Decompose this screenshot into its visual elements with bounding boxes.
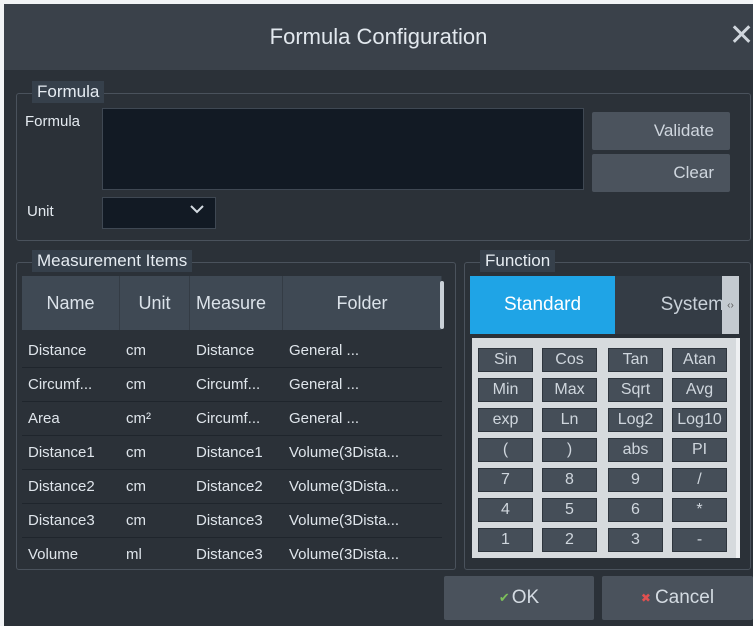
cell-measure: Distance1: [196, 444, 263, 461]
key-cos[interactable]: Cos: [542, 348, 597, 372]
key-4[interactable]: 4: [478, 498, 533, 522]
key-log2[interactable]: Log2: [608, 408, 663, 432]
key-5[interactable]: 5: [542, 498, 597, 522]
title-bar: Formula Configuration: [4, 4, 753, 70]
cell-unit: cm: [126, 342, 146, 359]
cell-name: Circumf...: [28, 376, 93, 393]
formula-group-legend: Formula: [32, 81, 105, 103]
cell-folder: Volume(3Dista...: [289, 444, 400, 461]
cell-name: Distance1: [28, 444, 95, 461]
table-row[interactable]: Distance3 cm Distance3 Volume(3Dista...: [22, 504, 442, 538]
key-pi[interactable]: PI: [672, 438, 727, 462]
cell-folder: Volume(3Dista...: [289, 512, 400, 529]
cell-name: Area: [28, 410, 60, 427]
table-row[interactable]: Distance1 cm Distance1 Volume(3Dista...: [22, 436, 442, 470]
key-avg[interactable]: Avg: [672, 378, 727, 402]
key-minus[interactable]: -: [672, 528, 727, 552]
cell-folder: General ...: [289, 342, 360, 359]
validate-button[interactable]: Validate: [592, 112, 730, 150]
cell-unit: cm²: [126, 410, 151, 427]
function-legend: Function: [480, 250, 556, 272]
key-6[interactable]: 6: [608, 498, 663, 522]
key-divide[interactable]: /: [672, 468, 727, 492]
clear-button[interactable]: Clear: [592, 154, 730, 192]
cell-unit: cm: [126, 376, 146, 393]
cell-measure: Circumf...: [196, 410, 261, 427]
cell-measure: Distance: [196, 342, 255, 359]
cell-name: Volume: [28, 546, 79, 560]
column-header-unit[interactable]: Unit: [120, 276, 190, 330]
table-header: Name Unit Measure Folder: [22, 276, 442, 330]
ok-button[interactable]: ✔ OK: [444, 576, 594, 620]
cell-unit: cm: [126, 444, 146, 461]
tab-standard[interactable]: Standard: [470, 276, 615, 334]
cell-unit: cm: [126, 478, 146, 495]
key-multiply[interactable]: *: [672, 498, 727, 522]
key-abs[interactable]: abs: [608, 438, 663, 462]
table-row[interactable]: Circumf... cm Circumf... General ...: [22, 368, 442, 402]
key-9[interactable]: 9: [608, 468, 663, 492]
table-row[interactable]: Volume ml Distance3 Volume(3Dista...: [22, 538, 442, 560]
cell-measure: Distance3: [196, 546, 263, 560]
cell-unit: ml: [126, 546, 142, 560]
chevron-down-icon: [189, 202, 205, 220]
cell-measure: Circumf...: [196, 376, 261, 393]
cell-name: Distance3: [28, 512, 95, 529]
key-1[interactable]: 1: [478, 528, 533, 552]
key-min[interactable]: Min: [478, 378, 533, 402]
cell-measure: Distance3: [196, 512, 263, 529]
column-header-folder[interactable]: Folder: [283, 276, 442, 330]
cell-name: Distance2: [28, 478, 95, 495]
cancel-x-icon: ✖: [640, 591, 651, 605]
function-keypad: Sin Cos Tan Atan Min Max Sqrt Avg exp Ln…: [472, 338, 740, 558]
key-3[interactable]: 3: [608, 528, 663, 552]
cancel-label: Cancel: [654, 587, 715, 608]
cell-unit: cm: [126, 512, 146, 529]
key-atan[interactable]: Atan: [672, 348, 727, 372]
key-sin[interactable]: Sin: [478, 348, 533, 372]
table-row[interactable]: Distance2 cm Distance2 Volume(3Dista...: [22, 470, 442, 504]
cancel-button[interactable]: ✖ Cancel: [602, 576, 753, 620]
key-ln[interactable]: Ln: [542, 408, 597, 432]
cell-folder: General ...: [289, 376, 360, 393]
unit-label: Unit: [27, 203, 54, 220]
dialog-title: Formula Configuration: [269, 24, 488, 49]
table-row[interactable]: Distance cm Distance General ...: [22, 334, 442, 368]
key-8[interactable]: 8: [542, 468, 597, 492]
close-icon[interactable]: ✕: [729, 22, 753, 52]
check-icon: ✔: [498, 590, 510, 605]
key-sqrt[interactable]: Sqrt: [608, 378, 663, 402]
key-close-paren[interactable]: ): [542, 438, 597, 462]
cell-folder: General ...: [289, 410, 360, 427]
column-header-measure[interactable]: Measure: [190, 276, 283, 330]
measurement-items-legend: Measurement Items: [32, 250, 193, 272]
key-tan[interactable]: Tan: [608, 348, 663, 372]
cell-folder: Volume(3Dista...: [289, 478, 400, 495]
cell-measure: Distance2: [196, 478, 263, 495]
cell-name: Distance: [28, 342, 87, 359]
keypad-scrollbar[interactable]: [736, 338, 740, 558]
table-row[interactable]: Area cm² Circumf... General ...: [22, 402, 442, 436]
key-log10[interactable]: Log10: [672, 408, 727, 432]
key-max[interactable]: Max: [542, 378, 597, 402]
tab-system[interactable]: System: [615, 276, 732, 334]
ok-label: OK: [511, 587, 540, 608]
column-header-name[interactable]: Name: [22, 276, 120, 330]
unit-select[interactable]: [102, 197, 216, 229]
key-7[interactable]: 7: [478, 468, 533, 492]
measurement-table: Name Unit Measure Folder Distance cm Dis…: [22, 276, 442, 560]
key-exp[interactable]: exp: [478, 408, 533, 432]
tab-scroll-arrows-icon[interactable]: ‹›: [722, 276, 739, 334]
key-open-paren[interactable]: (: [478, 438, 533, 462]
formula-label: Formula: [25, 113, 81, 130]
cell-folder: Volume(3Dista...: [289, 546, 400, 560]
formula-input[interactable]: [102, 108, 584, 190]
key-2[interactable]: 2: [542, 528, 597, 552]
table-scrollbar[interactable]: [440, 281, 444, 329]
